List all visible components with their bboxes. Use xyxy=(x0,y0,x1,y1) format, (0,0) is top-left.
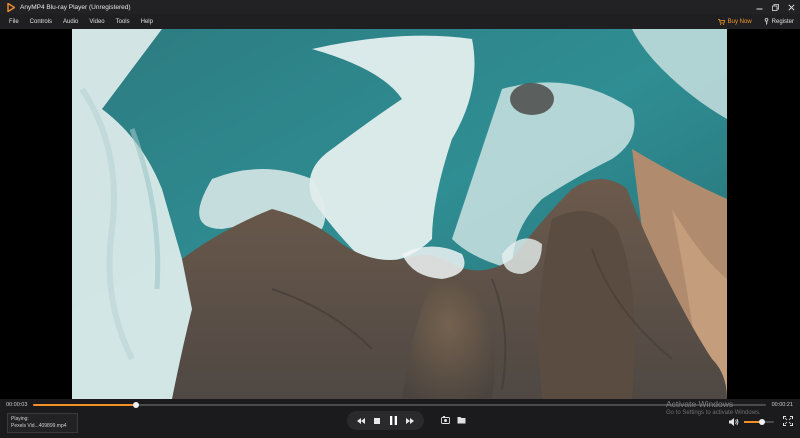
buy-now-button[interactable]: Buy Now xyxy=(717,18,752,25)
close-icon[interactable] xyxy=(787,3,796,12)
stop-icon[interactable] xyxy=(372,416,382,426)
window-controls xyxy=(755,0,796,14)
title-bar: AnyMP4 Blu-ray Player (Unregistered) xyxy=(0,0,800,14)
video-area[interactable] xyxy=(0,29,800,399)
snapshot-icon[interactable] xyxy=(440,415,450,425)
volume-icon[interactable] xyxy=(729,418,739,426)
now-playing-box: Playing: Pexels Vid...409899.mp4 xyxy=(7,413,78,433)
app-title: AnyMP4 Blu-ray Player (Unregistered) xyxy=(20,3,131,11)
menu-video[interactable]: Video xyxy=(89,19,104,25)
player-controls: 00:00:03 00:00:21 Playing: Pexels Vid...… xyxy=(0,399,800,438)
folder-icon[interactable] xyxy=(456,415,466,425)
watermark-subtitle: Go to Settings to activate Windows. xyxy=(666,410,761,416)
video-frame[interactable] xyxy=(72,29,727,399)
cart-icon xyxy=(717,18,725,25)
transport-controls xyxy=(347,411,424,430)
video-image xyxy=(72,29,727,399)
menu-tools[interactable]: Tools xyxy=(116,19,130,25)
current-time: 00:00:03 xyxy=(6,402,28,408)
extra-controls xyxy=(440,415,466,425)
pause-icon[interactable] xyxy=(389,416,399,426)
seek-handle[interactable] xyxy=(132,402,139,408)
header-actions: Buy Now Register xyxy=(717,14,794,29)
menu-bar: File Controls Audio Video Tools Help Buy… xyxy=(0,14,800,29)
total-time: 00:00:21 xyxy=(771,402,793,408)
minimize-icon[interactable] xyxy=(755,3,764,12)
volume-slider[interactable] xyxy=(744,419,774,425)
volume-control xyxy=(729,418,774,426)
now-playing-file: Pexels Vid...409899.mp4 xyxy=(11,423,67,429)
volume-handle[interactable] xyxy=(759,419,765,425)
register-button[interactable]: Register xyxy=(764,18,794,25)
menu-file[interactable]: File xyxy=(9,19,19,25)
menu-controls[interactable]: Controls xyxy=(30,19,52,25)
fullscreen-icon[interactable] xyxy=(783,416,793,426)
now-playing-label: Playing: xyxy=(11,416,29,422)
restore-icon[interactable] xyxy=(771,3,780,12)
app-logo-icon xyxy=(7,2,15,12)
menu-audio[interactable]: Audio xyxy=(63,19,78,25)
seek-progress xyxy=(33,404,136,406)
rewind-icon[interactable] xyxy=(356,416,366,426)
seek-bar[interactable] xyxy=(33,402,766,408)
register-label: Register xyxy=(771,18,794,25)
buy-now-label: Buy Now xyxy=(727,18,752,25)
watermark-title: Activate Windows xyxy=(666,399,734,409)
fast-forward-icon[interactable] xyxy=(405,416,415,426)
activation-watermark: Activate Windows Go to Settings to activ… xyxy=(666,399,761,416)
menu-help[interactable]: Help xyxy=(141,19,153,25)
key-icon xyxy=(764,18,768,25)
